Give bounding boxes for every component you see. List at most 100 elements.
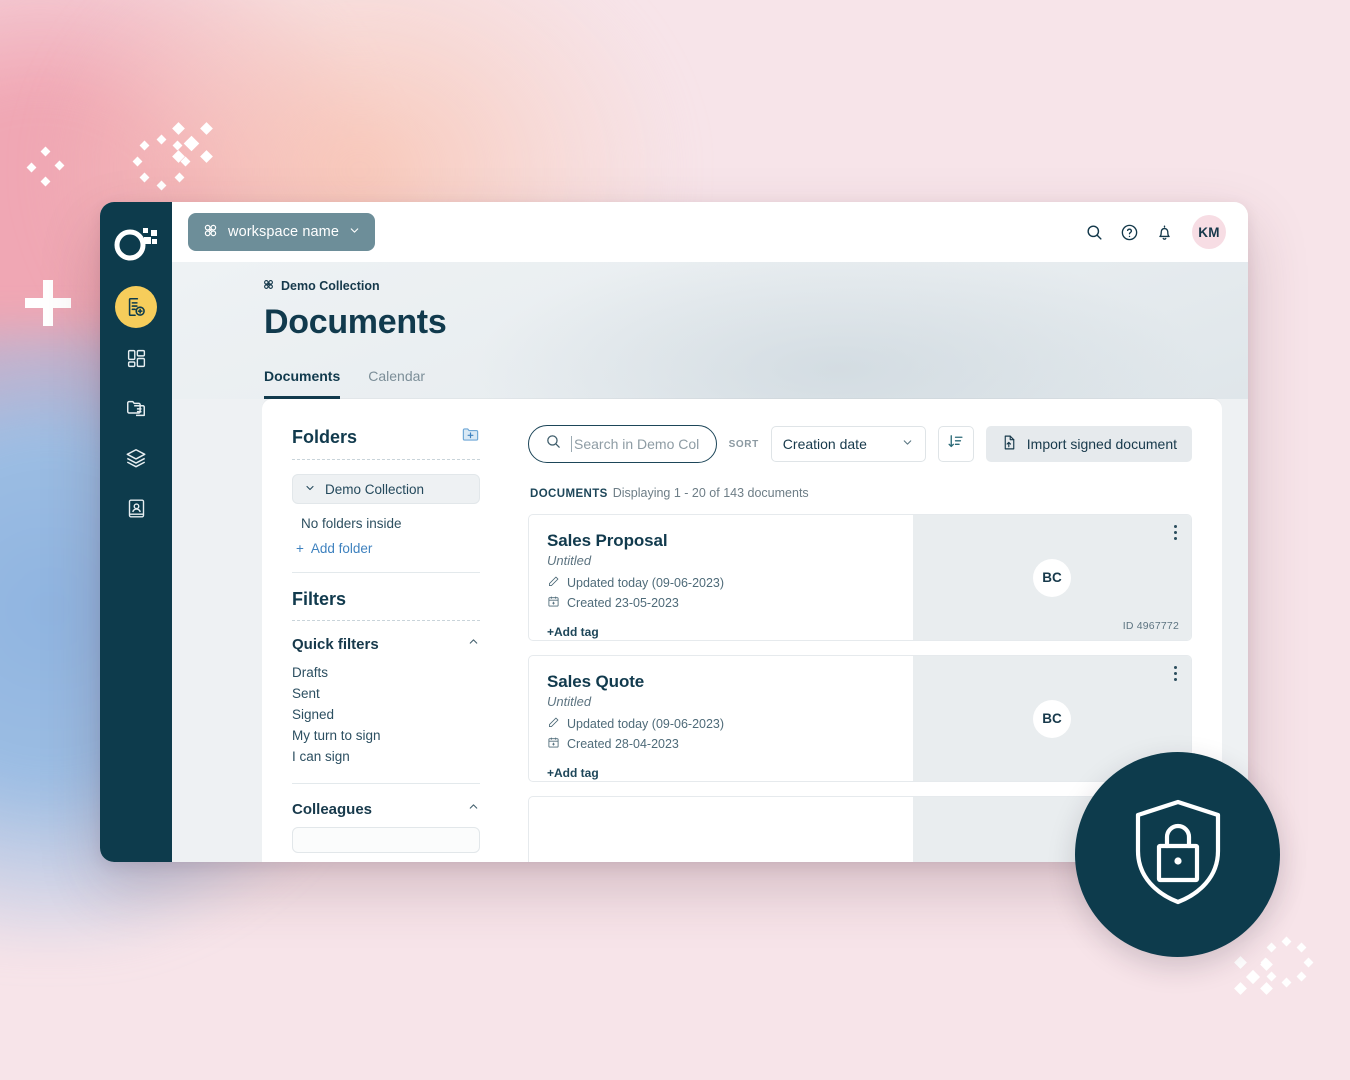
search-icon[interactable] [1085,223,1104,242]
page-title: Documents [264,303,447,341]
no-folders-text: No folders inside [301,516,402,531]
add-tag-button[interactable]: +Add tag [547,625,895,639]
document-id: ID 4967772 [1122,620,1179,632]
participant-avatar: BC [1033,699,1071,738]
collection-atom-icon [262,278,275,294]
colleagues-header[interactable]: Colleagues [292,800,502,818]
sparkle-burst-bottom [1234,956,1276,998]
document-created-text: Created 23-05-2023 [567,596,679,610]
document-created: Created 23-05-2023 [547,595,895,611]
import-document-icon [1001,434,1018,454]
panel-divider-2 [292,783,480,784]
calendar-icon [547,595,560,611]
sidebar-item-dashboard[interactable] [116,338,156,378]
pencil-icon [547,575,560,591]
documents-label: DOCUMENTS [530,488,608,500]
chevron-down-icon [304,482,316,497]
document-created-text: Created 28-04-2023 [567,737,679,751]
plus-icon: + [296,541,304,556]
more-vertical-icon[interactable] [1174,525,1177,540]
folder-item-demo-collection[interactable]: Demo Collection [292,474,480,504]
table-row[interactable]: Sales Proposal Untitled Updated today (0… [528,514,1192,641]
participant-avatar: BC [1033,558,1071,597]
document-details [529,797,913,862]
sort-descending-icon [947,433,964,455]
colleagues-search-input[interactable] [292,827,480,853]
app-body: workspace name KM Demo Collection Docume… [172,202,1248,862]
sort-label: SORT [728,438,759,450]
folder-add-icon[interactable] [461,425,480,449]
filters-sidebar: Folders Demo Collection No folders insid… [262,399,502,862]
document-updated: Updated today (09-06-2023) [547,575,895,591]
import-signed-document-button[interactable]: Import signed document [985,426,1192,462]
oneflow-logo-icon[interactable] [110,218,162,264]
primary-nav-rail [100,202,172,862]
tab-bar: Documents Calendar [264,368,1248,399]
document-updated-text: Updated today (09-06-2023) [567,717,725,731]
document-title: Sales Proposal [547,531,668,550]
sidebar-item-collections[interactable] [116,438,156,478]
sort-select[interactable]: Creation date [770,426,926,462]
workspace-label: workspace name [228,224,340,240]
filters-header: Filters [292,589,502,610]
breadcrumb[interactable]: Demo Collection [262,278,1248,294]
colleagues-title: Colleagues [292,800,373,818]
search-icon [545,433,562,455]
search-box[interactable] [528,425,717,463]
filter-signed[interactable]: Signed [292,704,502,725]
document-side-panel: BC ID 4967772 [913,515,1191,640]
chevron-down-icon [348,224,361,241]
app-window: workspace name KM Demo Collection Docume… [100,202,1248,862]
bell-icon[interactable] [1155,223,1174,242]
folders-header: Folders [292,425,502,449]
breadcrumb-label: Demo Collection [281,279,380,293]
filter-i-can-sign[interactable]: I can sign [292,746,502,767]
workspace-selector[interactable]: workspace name [188,213,376,251]
document-details: Sales Proposal Untitled Updated today (0… [529,515,913,640]
sidebar-item-templates[interactable] [116,388,156,428]
sidebar-item-new-document[interactable] [115,286,157,328]
filter-my-turn-to-sign[interactable]: My turn to sign [292,725,502,746]
document-details: Sales Quote Untitled Updated today (09-0… [529,656,913,781]
search-input[interactable] [571,436,700,452]
documents-toolbar: SORT Creation date [528,425,1192,463]
more-vertical-icon[interactable] [1174,666,1177,681]
help-circle-icon[interactable] [1120,223,1139,242]
security-badge [1075,752,1280,957]
chevron-up-icon [467,800,480,818]
sparkle-dots-small [26,146,70,190]
table-row[interactable]: Sales Quote Untitled Updated today (09-0… [528,655,1192,782]
calendar-icon [547,736,560,752]
quick-filters-header[interactable]: Quick filters [292,635,502,653]
chevron-up-icon [467,635,480,653]
sort-direction-button[interactable] [937,426,974,462]
pencil-icon [547,716,560,732]
folders-title: Folders [292,426,358,447]
filters-divider [292,620,480,621]
avatar[interactable]: KM [1192,215,1226,249]
folders-divider [292,459,480,460]
panel-divider-1 [292,572,480,573]
document-subtitle: Untitled [547,694,592,709]
add-tag-button[interactable]: +Add tag [547,766,895,780]
tab-calendar[interactable]: Calendar [368,368,425,399]
sort-value: Creation date [782,436,867,452]
documents-count: DOCUMENTS Displaying 1 - 20 of 143 docume… [530,486,1192,500]
document-updated-text: Updated today (09-06-2023) [567,576,725,590]
add-folder-label: Add folder [310,541,373,556]
topbar-actions: KM [1085,215,1226,249]
documents-meta-text: Displaying 1 - 20 of 143 documents [612,486,809,500]
tab-documents[interactable]: Documents [264,368,341,399]
filter-sent[interactable]: Sent [292,683,502,704]
add-folder-button[interactable]: + Add folder [296,541,502,556]
sparkle-burst [172,122,218,168]
document-created: Created 28-04-2023 [547,736,895,752]
chevron-down-icon [901,436,914,452]
sidebar-item-contacts[interactable] [116,488,156,528]
workspace-atom-icon [202,222,219,243]
document-title: Sales Quote [547,672,645,691]
page-header: Demo Collection Documents Documents Cale… [172,262,1248,399]
filter-drafts[interactable]: Drafts [292,662,502,683]
document-subtitle: Untitled [547,553,592,568]
filters-title: Filters [292,589,347,609]
